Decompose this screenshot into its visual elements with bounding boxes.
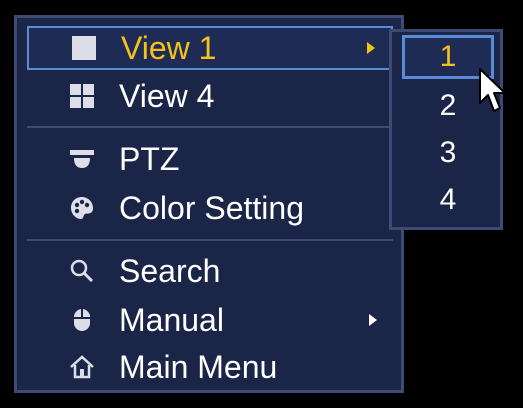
menu-item-label: View 4: [119, 78, 215, 114]
screen: View 1 View 4 PTZ Color Setting Search M…: [0, 0, 523, 408]
menu-item-color-setting[interactable]: Color Setting: [27, 186, 393, 230]
menu-item-search[interactable]: Search: [27, 249, 393, 293]
home-icon: [69, 354, 95, 380]
menu-item-label: View 1: [121, 30, 217, 66]
menu-item-manual[interactable]: Manual: [27, 298, 393, 342]
menu-item-label: Manual: [119, 302, 224, 338]
palette-icon: [69, 195, 95, 221]
mouse-icon: [69, 307, 95, 333]
mouse-pointer-icon: [479, 68, 506, 112]
menu-item-main-menu[interactable]: Main Menu: [27, 345, 393, 389]
submenu-item-label: 4: [439, 183, 457, 216]
menu-item-label: Main Menu: [119, 349, 278, 385]
menu-item-label: PTZ: [119, 141, 180, 177]
menu-item-label: Search: [119, 253, 221, 289]
menu-item-ptz[interactable]: PTZ: [27, 137, 393, 181]
submenu-item-label: 3: [439, 136, 457, 169]
menu-divider: [27, 126, 393, 128]
quad-view-icon: [69, 83, 95, 109]
submenu-arrow-icon: [367, 42, 375, 54]
menu-item-label: Color Setting: [119, 190, 304, 226]
submenu-item-3[interactable]: 3: [402, 131, 494, 175]
menu-item-view-4[interactable]: View 4: [27, 74, 393, 118]
menu-item-view-1[interactable]: View 1: [27, 26, 393, 70]
submenu-item-4[interactable]: 4: [402, 178, 494, 222]
view-submenu: 1 2 3 4: [389, 29, 503, 230]
context-menu: View 1 View 4 PTZ Color Setting Search M…: [14, 15, 404, 393]
submenu-arrow-icon: [369, 314, 377, 326]
dome-camera-icon: [69, 146, 95, 172]
search-icon: [69, 258, 95, 284]
menu-divider: [27, 239, 393, 241]
single-view-icon: [71, 35, 97, 61]
